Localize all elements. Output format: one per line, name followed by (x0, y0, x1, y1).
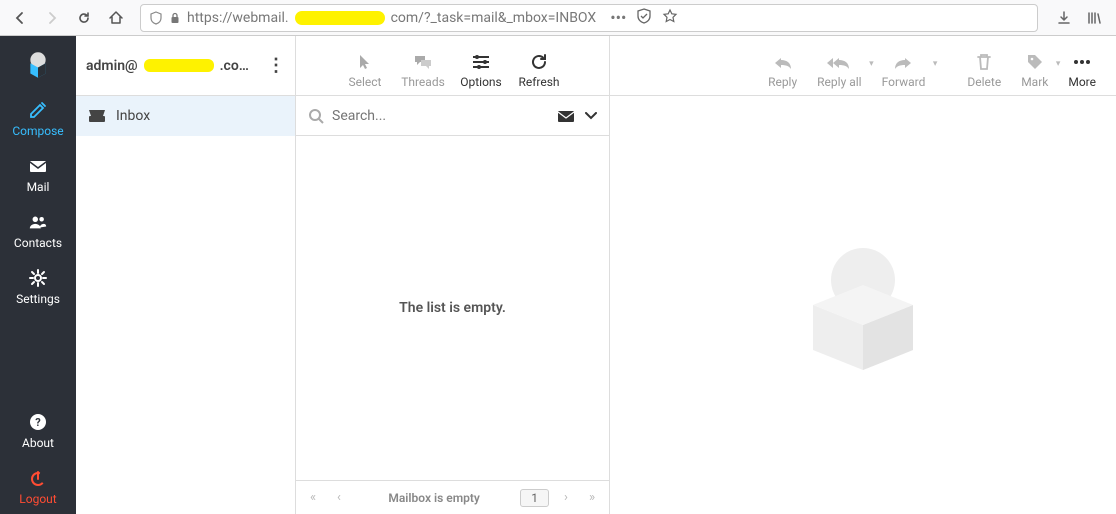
pager: « ‹ Mailbox is empty 1 › » (296, 480, 609, 514)
account-suffix: .co… (220, 58, 249, 74)
app-container: Compose Mail Contacts Settings ? About L… (0, 36, 1116, 514)
pager-status: Mailbox is empty (388, 491, 480, 505)
search-options-icon[interactable] (585, 112, 597, 120)
next-page-button[interactable]: › (557, 490, 575, 505)
list-toolbar: Select Threads Options Refresh (296, 36, 609, 96)
toolbar-label: Select (349, 75, 382, 89)
sidebar-item-compose[interactable]: Compose (0, 90, 76, 146)
library-icon[interactable] (1086, 10, 1102, 26)
toolbar-label: Refresh (518, 75, 559, 89)
search-scope-icon[interactable] (557, 109, 575, 123)
mark-button[interactable]: Mark ▾ (1011, 51, 1058, 89)
url-bar[interactable]: https://webmail. com/?_task=mail&_mbox=IN… (140, 4, 1038, 32)
reply-all-icon (827, 51, 851, 73)
reply-all-button[interactable]: Reply all ▾ (807, 51, 871, 89)
search-icon (308, 108, 324, 124)
sidebar-label: Mail (27, 180, 50, 194)
sidebar-item-about[interactable]: ? About (0, 402, 76, 458)
threads-icon (413, 51, 433, 73)
sidebar-label: Logout (19, 492, 56, 506)
search-input[interactable] (332, 108, 549, 124)
gear-icon (28, 268, 48, 288)
sidebar-item-contacts[interactable]: Contacts (0, 202, 76, 258)
downloads-icon[interactable] (1056, 10, 1072, 26)
first-page-button[interactable]: « (304, 490, 322, 505)
toolbar-label: More (1068, 75, 1096, 89)
reply-button[interactable]: Reply (758, 51, 807, 89)
more-icon (1072, 51, 1092, 73)
account-prefix: admin@ (86, 58, 138, 74)
refresh-icon (530, 51, 548, 73)
empty-list-message: The list is empty. (296, 136, 609, 480)
search-bar (296, 96, 609, 136)
folder-inbox[interactable]: Inbox (76, 96, 295, 136)
home-button[interactable] (102, 4, 130, 32)
redacted-account (144, 59, 214, 72)
browser-toolbar: https://webmail. com/?_task=mail&_mbox=IN… (0, 0, 1116, 36)
select-button[interactable]: Select (336, 51, 394, 89)
toolbar-label: Threads (401, 75, 445, 89)
folder-label: Inbox (116, 108, 150, 124)
sidebar-label: Settings (16, 292, 60, 306)
toolbar-label: Reply all (817, 75, 861, 89)
cursor-icon (358, 51, 372, 73)
reply-icon (773, 51, 793, 73)
preview-placeholder (610, 96, 1116, 514)
more-button[interactable]: More (1058, 51, 1106, 89)
folder-pane: admin@ .co… ⋮ Inbox (76, 36, 296, 514)
inbox-icon (88, 109, 106, 123)
url-text-suffix: com/?_task=mail&_mbox=INBOX (391, 10, 597, 26)
toolbar-label: Options (460, 75, 502, 89)
power-icon (28, 468, 48, 488)
account-bar[interactable]: admin@ .co… ⋮ (76, 36, 295, 96)
sidebar-item-logout[interactable]: Logout (0, 458, 76, 514)
sliders-icon (472, 51, 490, 73)
prev-page-button[interactable]: ‹ (330, 490, 348, 505)
toolbar-label: Forward (882, 75, 926, 89)
compose-icon (28, 100, 48, 120)
tracking-shield-icon (149, 11, 163, 25)
app-logo (0, 40, 76, 90)
sidebar-item-mail[interactable]: Mail (0, 146, 76, 202)
toolbar-label: Mark (1021, 75, 1048, 89)
reload-button[interactable] (70, 4, 98, 32)
svg-text:?: ? (35, 416, 41, 429)
tag-icon (1026, 51, 1044, 73)
url-text-prefix: https://webmail. (187, 10, 289, 26)
chevron-down-icon[interactable]: ▾ (933, 59, 938, 69)
message-list-pane: Select Threads Options Refresh The (296, 36, 610, 514)
options-button[interactable]: Options (452, 51, 510, 89)
lock-icon (169, 12, 181, 24)
contacts-icon (28, 212, 48, 232)
back-button[interactable] (6, 4, 34, 32)
bookmark-star-icon[interactable] (662, 8, 678, 27)
forward-icon (893, 51, 913, 73)
refresh-button[interactable]: Refresh (510, 51, 568, 89)
task-sidebar: Compose Mail Contacts Settings ? About L… (0, 36, 76, 514)
question-icon: ? (28, 412, 48, 432)
threads-button[interactable]: Threads (394, 51, 452, 89)
forward-button[interactable] (38, 4, 66, 32)
delete-button[interactable]: Delete (957, 51, 1011, 89)
page-number[interactable]: 1 (520, 489, 549, 507)
mail-icon (28, 156, 48, 176)
forward-button[interactable]: Forward ▾ (872, 51, 936, 89)
sidebar-label: Contacts (14, 236, 62, 250)
last-page-button[interactable]: » (583, 490, 601, 505)
account-menu-icon[interactable]: ⋮ (267, 61, 285, 70)
trash-icon (976, 51, 992, 73)
page-actions-icon[interactable]: ••• (610, 8, 626, 27)
reader-shield-icon[interactable] (636, 8, 652, 27)
sidebar-label: About (22, 436, 54, 450)
message-toolbar: Reply Reply all ▾ Forward ▾ Delete (610, 36, 1116, 96)
redacted-domain (295, 11, 385, 25)
preview-pane: Reply Reply all ▾ Forward ▾ Delete (610, 36, 1116, 514)
sidebar-item-settings[interactable]: Settings (0, 258, 76, 314)
toolbar-label: Reply (768, 75, 797, 89)
toolbar-label: Delete (967, 75, 1001, 89)
sidebar-label: Compose (12, 124, 63, 138)
